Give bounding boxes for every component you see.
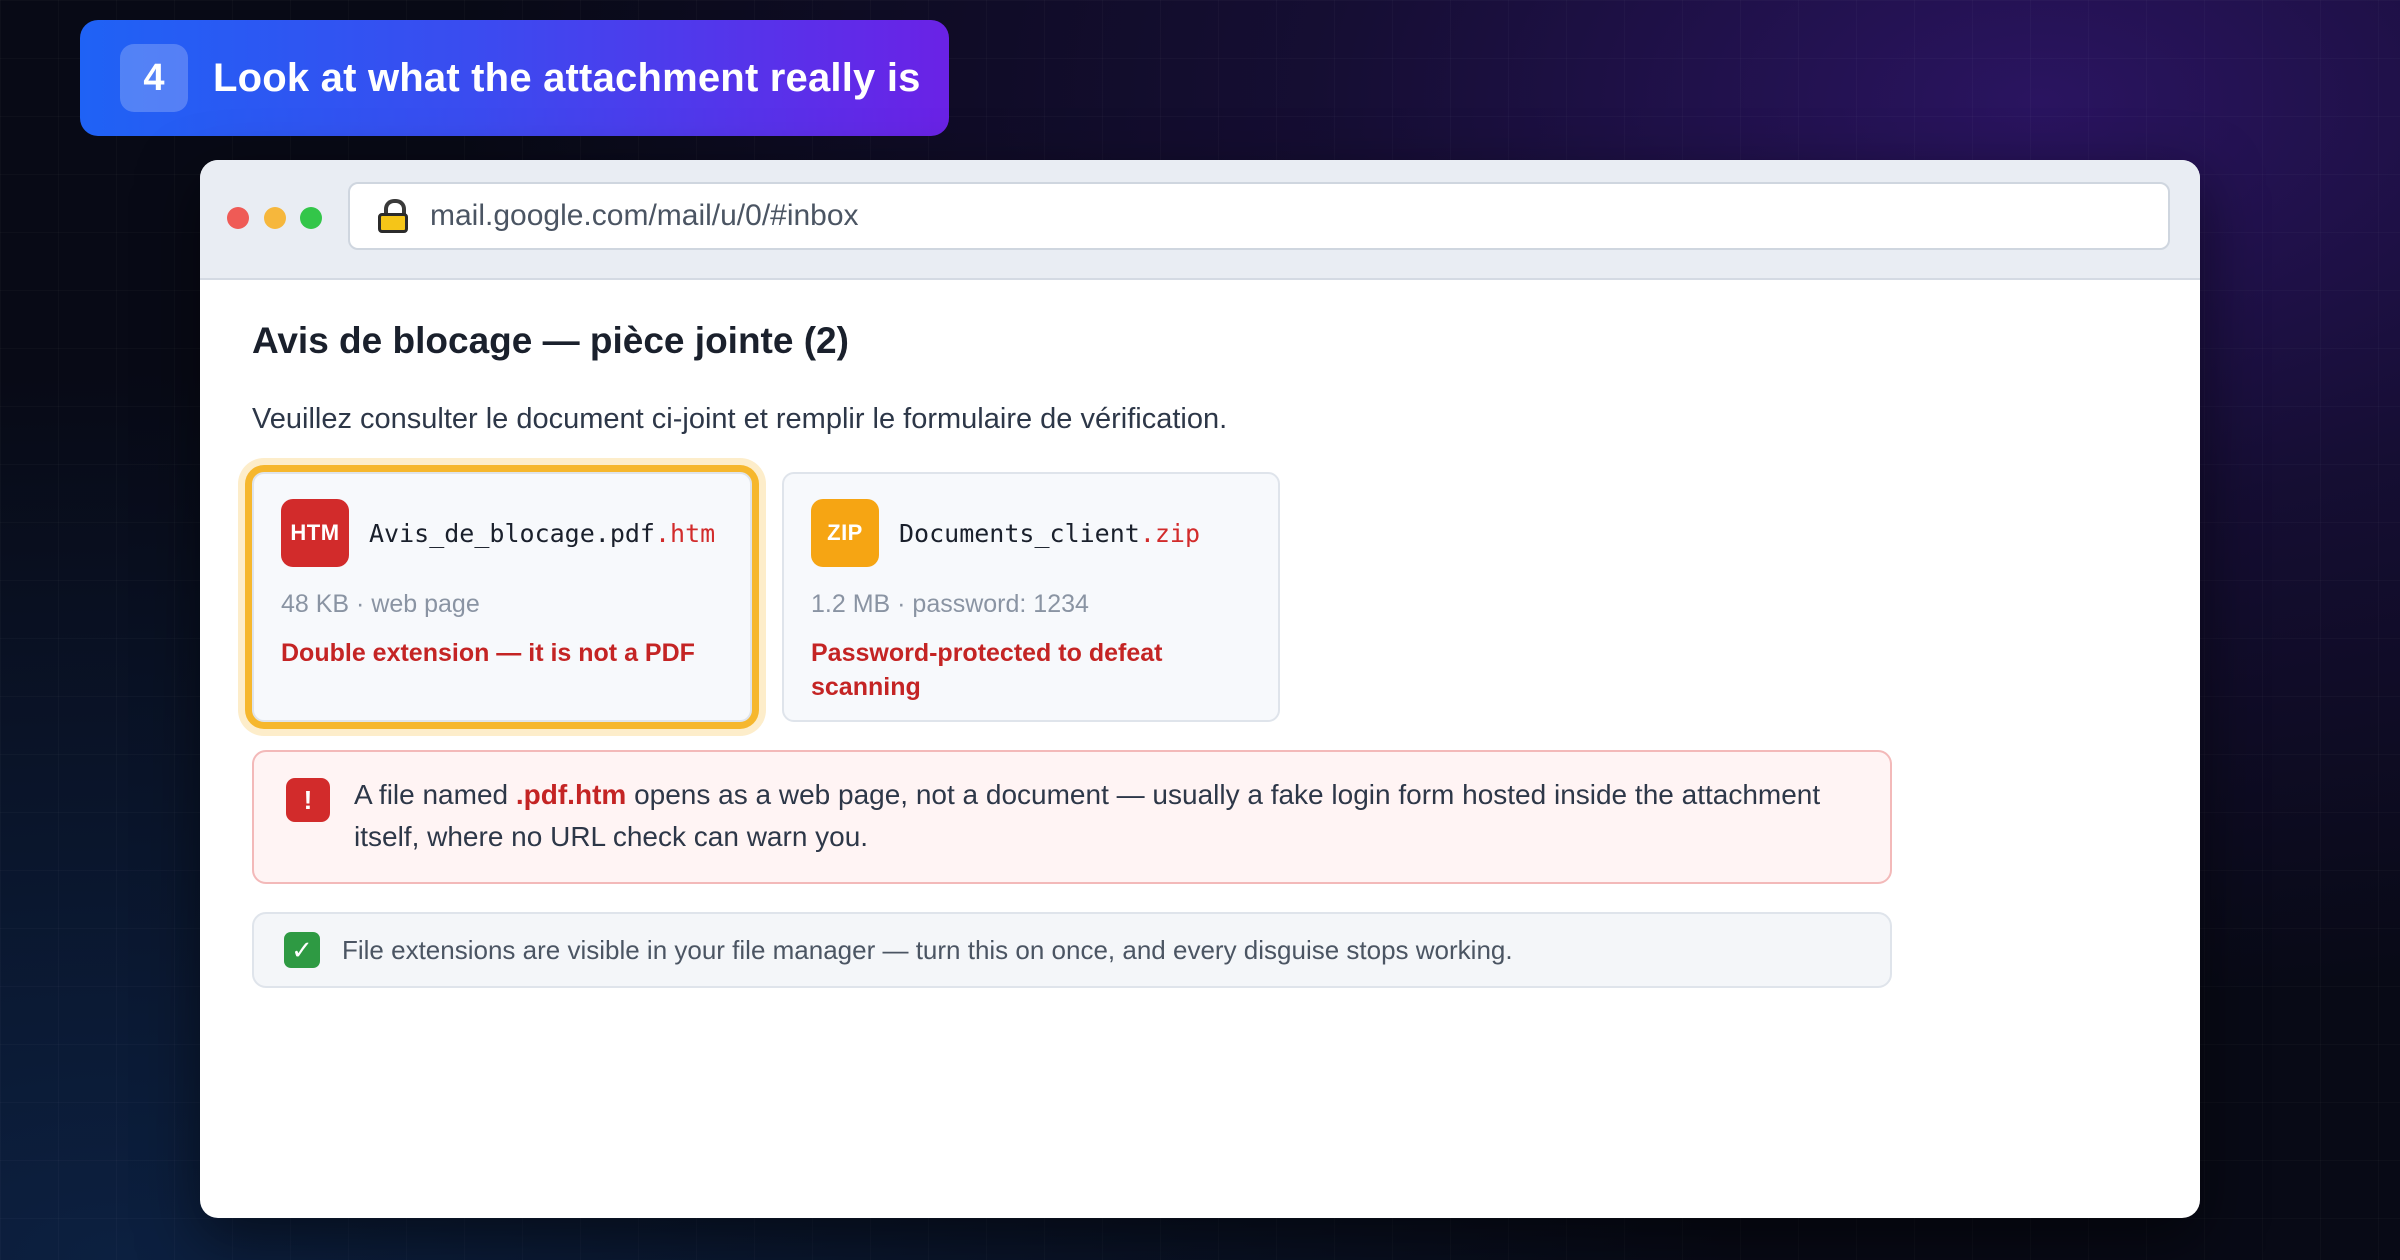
alert-highlight: .pdf.htm	[515, 779, 627, 810]
lock-icon	[378, 199, 408, 233]
tip-box: ✓ File extensions are visible in your fi…	[252, 912, 1892, 988]
htm-file-icon: HTM	[281, 499, 349, 567]
alert-text: A file named .pdf.htm opens as a web pag…	[354, 779, 1821, 852]
email-subject: Avis de blocage — pièce jointe (2)	[252, 320, 849, 361]
browser-window: mail.google.com/mail/u/0/#inbox Avis de …	[200, 160, 2200, 1218]
attachment-warning: Double extension — it is not a PDF	[281, 639, 695, 667]
email-body: Veuillez consulter le document ci-joint …	[252, 403, 1228, 435]
window-maximize-button[interactable]	[300, 207, 322, 229]
window-minimize-button[interactable]	[264, 207, 286, 229]
checkmark-icon: ✓	[284, 932, 320, 968]
exclamation-icon: !	[286, 778, 330, 822]
tip-text: File extensions are visible in your file…	[342, 934, 1513, 965]
attachment-meta: 48 KB · web page	[281, 590, 480, 618]
warning-alert: ! A file named .pdf.htm opens as a web p…	[252, 750, 1892, 884]
browser-toolbar: mail.google.com/mail/u/0/#inbox	[200, 160, 2200, 280]
step-number-badge: 4	[120, 44, 188, 112]
attachment-card-htm[interactable]: HTM Avis_de_blocage.pdf.htm 48 KB · web …	[252, 472, 752, 722]
file-extension: .zip	[1139, 518, 1201, 548]
file-extension: .htm	[654, 518, 716, 548]
attachment-filename: Documents_client.zip	[899, 518, 1201, 548]
step-title: Look at what the attachment really is	[213, 55, 921, 100]
attachment-meta: 1.2 MB · password: 1234	[811, 590, 1089, 618]
attachment-card-zip[interactable]: ZIP Documents_client.zip 1.2 MB · passwo…	[782, 472, 1280, 722]
attachment-filename: Avis_de_blocage.pdf.htm	[369, 518, 716, 548]
address-bar[interactable]: mail.google.com/mail/u/0/#inbox	[348, 182, 2170, 250]
url-text[interactable]: mail.google.com/mail/u/0/#inbox	[430, 199, 859, 233]
attachment-warning: Password-protected to defeat scanning	[811, 639, 1163, 701]
step-banner: 4 Look at what the attachment really is	[80, 20, 949, 136]
window-close-button[interactable]	[227, 207, 249, 229]
zip-file-icon: ZIP	[811, 499, 879, 567]
